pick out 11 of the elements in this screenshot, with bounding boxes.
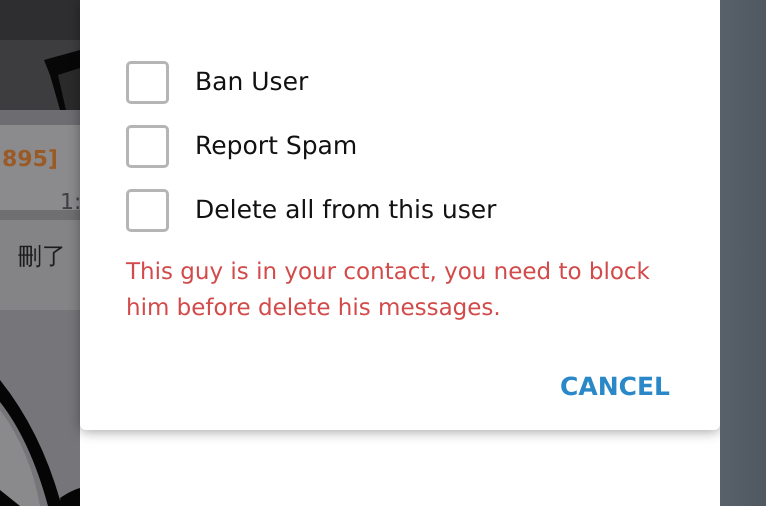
warning-message: This guy is in your contact, you need to block him before delete his messages. (126, 258, 651, 323)
message-time: 1: (60, 189, 80, 217)
sender-name: 895] (2, 146, 58, 174)
checkbox[interactable] (126, 60, 169, 104)
checkbox[interactable] (126, 124, 169, 168)
checkbox-label[interactable]: Report Spam (195, 127, 358, 165)
checkbox-label[interactable]: Delete all from this user (195, 191, 496, 229)
cancel-button[interactable]: CANCEL (556, 364, 674, 410)
checkbox-label[interactable]: Ban User (195, 63, 308, 101)
message-text: 刪了 (18, 241, 66, 272)
checkbox[interactable] (126, 188, 169, 232)
